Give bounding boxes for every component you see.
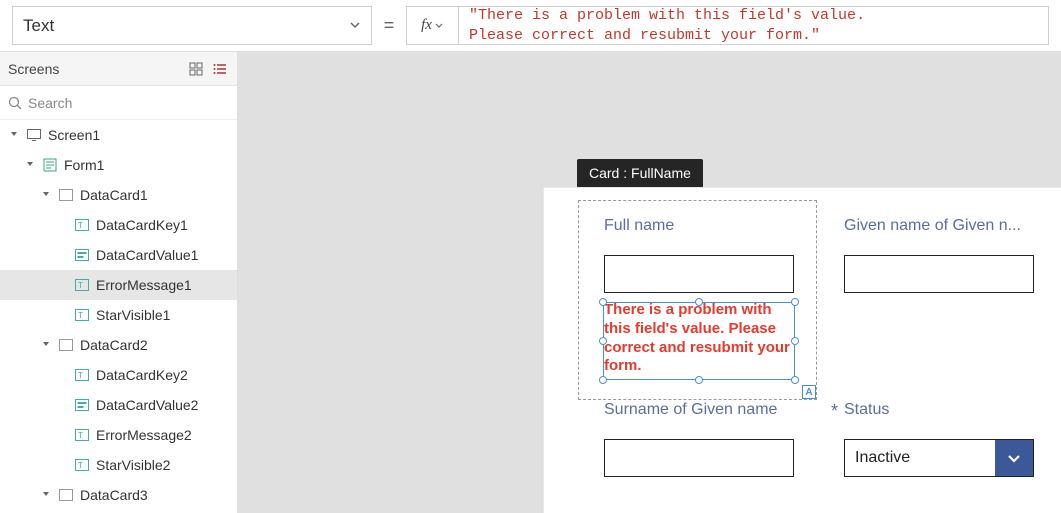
- tree-item-label: DataCardKey1: [96, 217, 229, 233]
- status-value: Inactive: [845, 440, 995, 476]
- tree-item-label: DataCard2: [80, 337, 229, 353]
- grid-view-icon[interactable]: [189, 62, 203, 76]
- search-icon: [8, 96, 22, 110]
- tree-item-datacardvalue1[interactable]: DataCardValue1: [0, 240, 237, 270]
- svg-text:T: T: [78, 221, 83, 230]
- selection-box[interactable]: [603, 302, 795, 380]
- property-dropdown[interactable]: Text: [12, 6, 372, 45]
- tree-item-label: Form1: [64, 157, 229, 173]
- tree-item-label: StarVisible2: [96, 457, 229, 473]
- chevron-down-icon: [434, 21, 444, 31]
- value-icon: [74, 247, 90, 263]
- svg-text:T: T: [78, 281, 83, 290]
- formula-bar: Text = fx "There is a problem with this …: [0, 0, 1061, 52]
- canvas[interactable]: Card : FullName Full name There is a pro…: [238, 52, 1061, 513]
- tree-item-datacard1[interactable]: DataCard1: [0, 180, 237, 210]
- tree-item-datacardkey1[interactable]: T DataCardKey1: [0, 210, 237, 240]
- chevron-icon[interactable]: [24, 161, 36, 169]
- text-icon: T: [74, 217, 90, 233]
- required-star: *: [831, 401, 838, 422]
- tree-header-title: Screens: [8, 61, 59, 77]
- field-status: Status Inactive: [844, 401, 1054, 477]
- tree-item-form1[interactable]: Form1: [0, 150, 237, 180]
- chevron-icon[interactable]: [40, 191, 52, 199]
- card-tooltip: Card : FullName: [577, 159, 703, 187]
- fx-label: fx: [421, 17, 432, 34]
- tree-header: Screens: [0, 52, 237, 86]
- chevron-icon[interactable]: [8, 131, 20, 139]
- field-surname: Surname of Given name: [604, 401, 814, 477]
- text-icon: T: [74, 427, 90, 443]
- tree-item-label: DataCard3: [80, 487, 229, 503]
- equals-label: =: [372, 6, 406, 45]
- givenname-input[interactable]: [844, 255, 1034, 293]
- card-icon: [58, 187, 74, 203]
- tree-body[interactable]: Screen1 Form1 DataCard1 T DataCardKey1 DataCa…: [0, 120, 237, 513]
- tree-item-starvisible2[interactable]: T StarVisible2: [0, 450, 237, 480]
- card-icon: [58, 337, 74, 353]
- field-label: Status: [844, 401, 1054, 419]
- tree-item-label: Screen1: [48, 127, 229, 143]
- tree-item-datacardkey2[interactable]: T DataCardKey2: [0, 360, 237, 390]
- svg-text:T: T: [78, 431, 83, 440]
- svg-text:T: T: [78, 371, 83, 380]
- text-icon: T: [74, 457, 90, 473]
- tree-item-label: DataCardKey2: [96, 367, 229, 383]
- tree-item-label: StarVisible1: [96, 307, 229, 323]
- field-label: Given name of Given n...: [844, 217, 1061, 235]
- fullname-input[interactable]: [604, 255, 794, 293]
- text-icon: T: [74, 307, 90, 323]
- search-placeholder: Search: [28, 95, 72, 111]
- chevron-down-icon: [349, 16, 361, 36]
- chevron-icon[interactable]: [40, 491, 52, 499]
- formula-input[interactable]: "There is a problem with this field's va…: [458, 6, 1049, 45]
- svg-text:T: T: [78, 311, 83, 320]
- status-dropdown[interactable]: Inactive: [844, 439, 1034, 477]
- tree-item-datacardvalue2[interactable]: DataCardValue2: [0, 390, 237, 420]
- chevron-icon[interactable]: [40, 341, 52, 349]
- tree-item-datacard3[interactable]: DataCard3: [0, 480, 237, 510]
- tree-item-screen1[interactable]: Screen1: [0, 120, 237, 150]
- list-view-icon[interactable]: [213, 62, 227, 76]
- screen-icon: [26, 127, 42, 143]
- tree-item-label: DataCard1: [80, 187, 229, 203]
- field-label: Surname of Given name: [604, 401, 814, 419]
- property-label: Text: [23, 16, 54, 36]
- text-icon: T: [74, 367, 90, 383]
- chevron-down-icon: [995, 440, 1033, 476]
- svg-text:T: T: [78, 461, 83, 470]
- fx-button[interactable]: fx: [406, 6, 458, 45]
- surname-input[interactable]: [604, 439, 794, 477]
- form-surface[interactable]: Full name There is a problem with this f…: [543, 187, 1061, 513]
- tree-item-errormessage1[interactable]: T ErrorMessage1: [0, 270, 237, 300]
- tree-search[interactable]: Search: [0, 86, 237, 120]
- tree-item-label: ErrorMessage1: [96, 277, 229, 293]
- card-icon: [58, 487, 74, 503]
- tree-item-label: ErrorMessage2: [96, 427, 229, 443]
- tree-item-starvisible1[interactable]: T StarVisible1: [0, 300, 237, 330]
- tree-item-errormessage2[interactable]: T ErrorMessage2: [0, 420, 237, 450]
- a-badge[interactable]: A: [802, 385, 816, 399]
- tree-item-label: DataCardValue1: [96, 247, 229, 263]
- value-icon: [74, 397, 90, 413]
- tree-item-label: DataCardValue2: [96, 397, 229, 413]
- tree-item-datacard2[interactable]: DataCard2: [0, 330, 237, 360]
- text-icon: T: [74, 277, 90, 293]
- tree-panel: Screens Search Screen1 Form1 DataCard1 T Dat…: [0, 52, 238, 513]
- form-icon: [42, 157, 58, 173]
- field-label: Full name: [604, 217, 814, 235]
- field-givenname: Given name of Given n...: [844, 217, 1061, 293]
